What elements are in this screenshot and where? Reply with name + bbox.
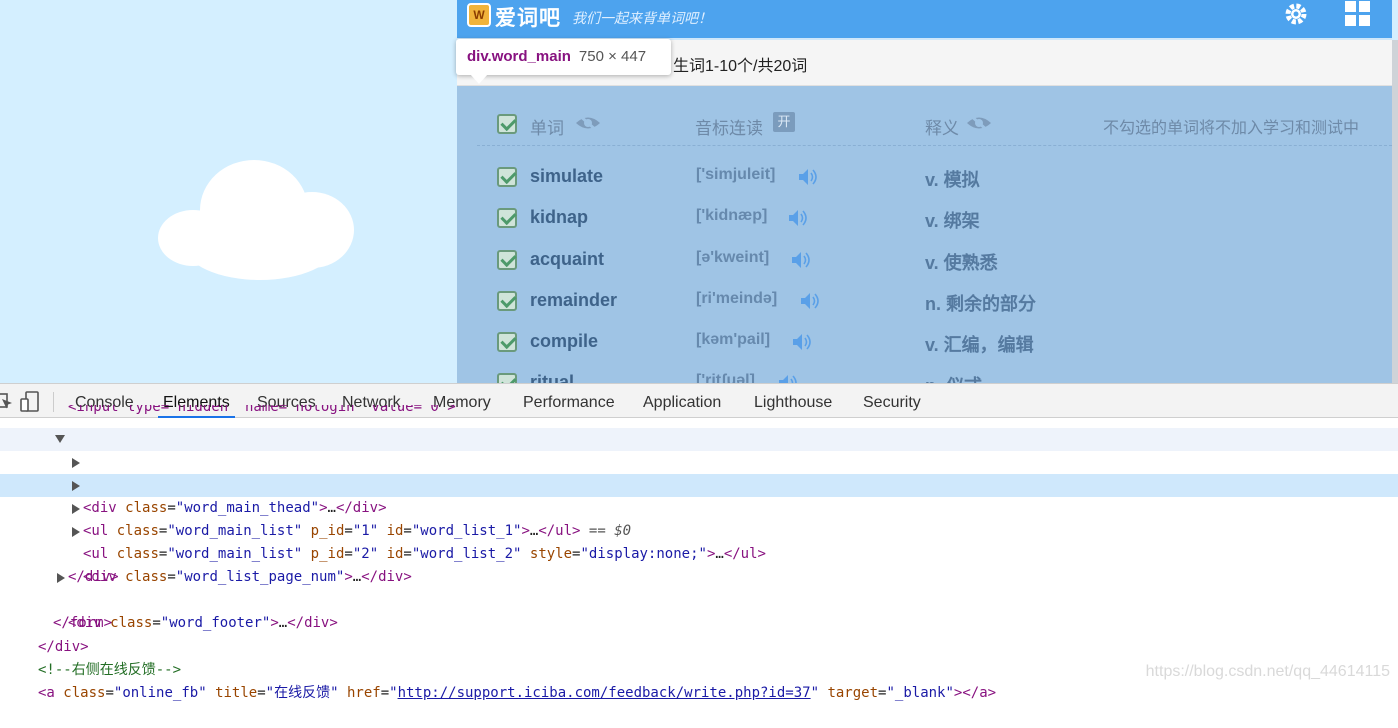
app-slogan: 我们一起来背单词吧！	[572, 11, 712, 27]
phonetic-text: ['ritʃuəl]	[696, 372, 755, 383]
cloud-decoration	[150, 152, 360, 282]
grid-menu-icon[interactable]	[1343, 0, 1373, 30]
dom-line-page-num[interactable]: <div class="word_list_page_num">…</div>	[0, 520, 1398, 585]
dom-line-word-list-2[interactable]: <ul class="word_main_list" p_id="2" id="…	[0, 497, 1398, 562]
speaker-icon[interactable]	[787, 208, 809, 228]
word-text: kidnap	[530, 207, 589, 227]
dom-line-close-div-outer[interactable]: </div>	[0, 613, 1398, 655]
dom-line-thead[interactable]: <div class="word_main_thead">…</div>	[0, 451, 1398, 516]
meaning-text: n. 剩余的部分	[925, 294, 1036, 314]
expand-triangle-icon[interactable]	[72, 481, 80, 491]
speaker-icon[interactable]	[797, 167, 819, 187]
speaker-icon[interactable]	[777, 373, 799, 383]
hide-meaning-eye-icon[interactable]	[965, 112, 993, 134]
tooltip-arrow	[470, 74, 488, 84]
collapse-triangle-icon[interactable]	[55, 435, 65, 443]
expand-triangle-icon[interactable]	[72, 458, 80, 468]
word-checkbox[interactable]	[497, 250, 517, 270]
hide-word-eye-icon[interactable]	[574, 112, 602, 134]
word-column-label: 单词	[530, 119, 564, 138]
word-text: remainder	[530, 290, 618, 310]
dom-line-footer[interactable]: <div class="word_footer">…</div>	[0, 566, 1398, 631]
word-text: simulate	[530, 166, 604, 186]
watermark: https://blog.csdn.net/qq_44614115	[1145, 663, 1390, 680]
meaning-text: v. 汇编，编辑	[925, 335, 1034, 355]
tooltip-tag: div.word_main	[467, 48, 571, 65]
word-main-highlight: 单词 音标连读 开 释义 不勾选的单词将不加入学习和测试中 simulate […	[457, 86, 1392, 383]
phonetic-text: ['kidnæp]	[696, 207, 768, 224]
word-table-header: 单词 音标连读 开 释义 不勾选的单词将不加入学习和测试中	[477, 104, 1392, 146]
word-checkbox[interactable]	[497, 373, 517, 383]
word-row: kidnap ['kidnæp] v. 绑架	[477, 198, 1377, 239]
dom-line-word-list-1[interactable]: <ul class="word_main_list" p_id="1" id="…	[0, 474, 1398, 539]
expand-triangle-icon[interactable]	[72, 504, 80, 514]
meaning-text: n. 仪式	[925, 372, 982, 383]
phonetic-text: ['simjuleit]	[696, 166, 776, 183]
expand-triangle-icon[interactable]	[57, 573, 65, 583]
dom-line-partial	[0, 682, 1398, 690]
word-row: simulate ['simjuleit] v. 模拟	[477, 157, 1377, 198]
word-text: acquaint	[530, 249, 605, 269]
dom-input-text: <input type="hidden" name="nologin" valu…	[68, 405, 456, 415]
word-row: compile [kəm'pail] v. 汇编，编辑	[477, 322, 1377, 363]
phonetic-text: [kəm'pail]	[696, 331, 771, 348]
devtools-panel: Console Elements Sources Network Memory …	[0, 383, 1398, 701]
dom-line-comment[interactable]: <!--右侧在线反馈-->	[0, 636, 1398, 678]
dom-line-close-div[interactable]: </div>	[0, 543, 1398, 585]
dom-line-close-form[interactable]: </form>	[0, 589, 1398, 631]
meaning-text: v. 使熟悉	[925, 253, 998, 273]
phonetic-toggle[interactable]: 开	[773, 112, 795, 132]
word-text: compile	[530, 331, 599, 351]
meaning-text: v. 绑架	[925, 211, 980, 231]
page-viewport: W 爱词吧 我们一起来背单词吧！ 生词1-10个/共20词 单词 音标连读 开 …	[0, 0, 1398, 383]
word-count-text: 生词1-10个/共20词	[673, 58, 808, 75]
expand-triangle-icon[interactable]	[72, 527, 80, 537]
tooltip-size: 750 × 447	[578, 48, 647, 65]
speaker-icon[interactable]	[790, 250, 812, 270]
meaning-text: v. 模拟	[925, 170, 980, 190]
app-header: W 爱词吧 我们一起来背单词吧！	[457, 0, 1392, 38]
phonetic-column-label: 音标连读	[695, 119, 763, 138]
word-checkbox[interactable]	[497, 208, 517, 228]
word-checkbox[interactable]	[497, 332, 517, 352]
page-scrollbar[interactable]	[1392, 40, 1398, 383]
dom-line-input[interactable]: <input type="hidden" name="nologin" valu…	[0, 405, 1398, 418]
word-row: ritual ['ritʃuəl] n. 仪式	[477, 363, 1377, 383]
phonetic-text: [ri'meində]	[696, 290, 778, 307]
speaker-icon[interactable]	[799, 291, 821, 311]
word-checkbox[interactable]	[497, 167, 517, 187]
word-checkbox[interactable]	[497, 291, 517, 311]
word-row: remainder [ri'meində] n. 剩余的部分	[477, 281, 1377, 322]
meaning-column-label: 释义	[925, 119, 959, 138]
select-all-checkbox[interactable]	[497, 114, 517, 134]
settings-gear-icon[interactable]	[1281, 0, 1311, 30]
word-row: acquaint [ə'kweint] v. 使熟悉	[477, 240, 1377, 281]
word-text: ritual	[530, 372, 575, 383]
element-inspect-tooltip: div.word_main 750 × 447	[456, 39, 671, 75]
dom-line-word-main[interactable]: <div class="word_main">	[0, 428, 1398, 493]
app-logo-text[interactable]: 爱词吧	[495, 2, 561, 32]
phonetic-text: [ə'kweint]	[696, 249, 770, 266]
logo-icon[interactable]: W	[467, 3, 491, 27]
speaker-icon[interactable]	[791, 332, 813, 352]
selection-hint: 不勾选的单词将不加入学习和测试中	[1102, 120, 1359, 137]
